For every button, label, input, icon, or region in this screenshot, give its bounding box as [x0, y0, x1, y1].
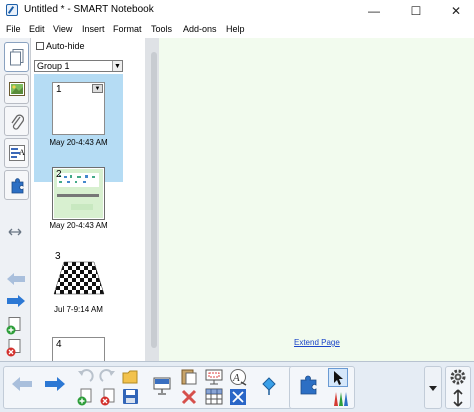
checkbox-box[interactable]	[36, 42, 44, 50]
minimize-button[interactable]: —	[354, 0, 394, 22]
group-select-value: Group 1	[37, 61, 70, 71]
paperclip-icon	[11, 114, 24, 130]
gallery-icon	[9, 82, 25, 96]
undo-icon[interactable]	[76, 368, 94, 386]
menu-tools[interactable]: Tools	[151, 24, 172, 34]
svg-text:A: A	[19, 148, 25, 157]
full-screen-icon[interactable]	[229, 388, 247, 406]
page-menu-dropdown[interactable]: ▼	[92, 84, 103, 93]
attachments-tab[interactable]	[4, 106, 29, 136]
redo-icon[interactable]	[99, 368, 117, 386]
page-thumbnail-4[interactable]: 4	[52, 337, 105, 363]
chevron-down-icon[interactable]: ▼	[112, 61, 122, 71]
screen-shade-icon[interactable]	[153, 376, 173, 396]
select-tool-button[interactable]	[328, 368, 348, 387]
add-ons-icon[interactable]	[298, 373, 320, 395]
handwriting-recognition-icon[interactable]: A	[229, 368, 247, 386]
previous-page-icon[interactable]	[6, 272, 26, 286]
next-page-icon[interactable]	[6, 294, 26, 308]
menu-bar: File Edit View Insert Format Tools Add-o…	[0, 22, 474, 38]
fill-icon[interactable]	[259, 376, 279, 396]
paste-icon[interactable]	[180, 368, 198, 386]
open-file-icon[interactable]	[122, 368, 140, 386]
page-sorter-tab[interactable]	[4, 42, 29, 72]
group-select[interactable]: Group 1 ▼	[34, 60, 123, 72]
bottom-toolbar: A	[0, 361, 474, 412]
side-tab-bar: A	[0, 38, 31, 361]
table-icon[interactable]	[205, 388, 223, 406]
page-thumbnail-3[interactable]: 3	[52, 250, 105, 303]
page-number: 2	[56, 169, 62, 180]
whiteboard-canvas[interactable]	[159, 38, 474, 361]
delete-icon[interactable]	[180, 388, 198, 406]
close-button[interactable]: ✕	[436, 0, 474, 22]
pens-icon[interactable]	[330, 388, 350, 408]
delete-page-icon[interactable]	[6, 339, 22, 357]
menu-file[interactable]: File	[6, 24, 21, 34]
page-number: 1	[56, 84, 62, 95]
menu-help[interactable]: Help	[226, 24, 245, 34]
page-caption: May 20-4:43 AM	[49, 221, 108, 230]
properties-tab[interactable]: A	[4, 138, 29, 168]
svg-text:A: A	[232, 372, 240, 384]
menu-insert[interactable]: Insert	[82, 24, 105, 34]
smart-notebook-app-icon	[6, 4, 18, 16]
menu-edit[interactable]: Edit	[29, 24, 45, 34]
page-caption: May 20-4:43 AM	[49, 138, 108, 147]
chevron-down-icon[interactable]	[428, 384, 438, 392]
delete-page-icon[interactable]	[99, 388, 117, 406]
gear-icon[interactable]	[449, 368, 467, 386]
previous-page-icon[interactable]	[11, 376, 33, 392]
save-icon[interactable]	[122, 388, 140, 406]
screen-capture-icon[interactable]	[205, 368, 223, 386]
cursor-arrow-icon	[334, 371, 343, 385]
page-sorter-icon	[10, 49, 24, 66]
page-caption: Jul 7-9:14 AM	[54, 305, 103, 314]
auto-hide-checkbox[interactable]: Auto-hide	[36, 41, 85, 51]
window-title: Untitled * - SMART Notebook	[24, 4, 154, 15]
gallery-tab[interactable]	[4, 74, 29, 104]
menu-format[interactable]: Format	[113, 24, 142, 34]
splitter-grip[interactable]	[151, 52, 157, 348]
title-bar: Untitled * - SMART Notebook — ☐ ✕	[0, 0, 474, 22]
add-ons-tab[interactable]	[4, 170, 29, 200]
page-thumbnail-2[interactable]: 2	[52, 167, 105, 220]
page-number: 3	[55, 251, 61, 262]
properties-icon: A	[9, 145, 25, 161]
add-page-icon[interactable]	[6, 317, 22, 335]
next-page-icon[interactable]	[44, 376, 66, 392]
puzzle-icon	[11, 178, 24, 194]
page-sorter: Auto-hide Group 1 ▼ 1 ▼ May 20-4:43 AM 2…	[31, 38, 165, 363]
add-page-icon[interactable]	[76, 388, 94, 406]
maximize-button[interactable]: ☐	[396, 0, 436, 22]
page-thumbnail-1[interactable]: 1 ▼	[52, 82, 105, 135]
menu-add-ons[interactable]: Add-ons	[183, 24, 217, 34]
page-number: 4	[56, 339, 62, 350]
extend-page-link[interactable]: Extend Page	[294, 338, 340, 347]
auto-hide-label: Auto-hide	[46, 41, 85, 51]
menu-view[interactable]: View	[53, 24, 72, 34]
toolbar-height-icon[interactable]	[449, 389, 467, 407]
move-toolbar-icon[interactable]	[8, 227, 22, 237]
